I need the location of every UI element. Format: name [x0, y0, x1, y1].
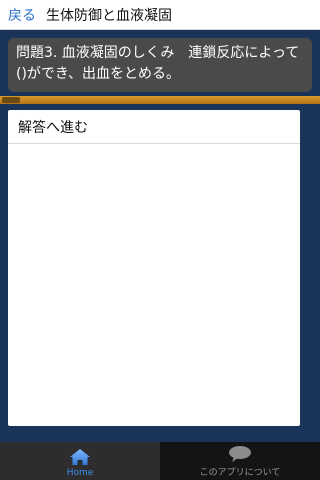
home-icon [70, 449, 90, 465]
question-box: 問題3. 血液凝固のしくみ 連鎖反応によって()ができ、出血をとめる。 [8, 38, 312, 92]
page-title: 生体防御と血液凝固 [46, 7, 172, 24]
top-bar: 戻る 生体防御と血液凝固 [0, 0, 320, 30]
tab-about[interactable]: このアプリについて [160, 442, 320, 480]
progress-fill [0, 96, 320, 104]
tab-about-label: このアプリについて [199, 468, 281, 478]
tab-bar: Home このアプリについて [0, 442, 320, 480]
back-button[interactable]: 戻る [8, 5, 36, 25]
question-text: 問題3. 血液凝固のしくみ 連鎖反応によって()ができ、出血をとめる。 [16, 45, 300, 82]
tab-home[interactable]: Home [0, 442, 160, 480]
answer-panel: 解答へ進む [8, 110, 300, 426]
main-area: 問題3. 血液凝固のしくみ 連鎖反応によって()ができ、出血をとめる。 解答へ進… [0, 30, 320, 442]
tab-home-label: Home [66, 468, 94, 478]
progress-knob [2, 97, 20, 103]
progress-bar [0, 96, 320, 104]
speech-bubble-icon [229, 446, 251, 462]
go-to-answer-button[interactable]: 解答へ進む [8, 110, 300, 144]
